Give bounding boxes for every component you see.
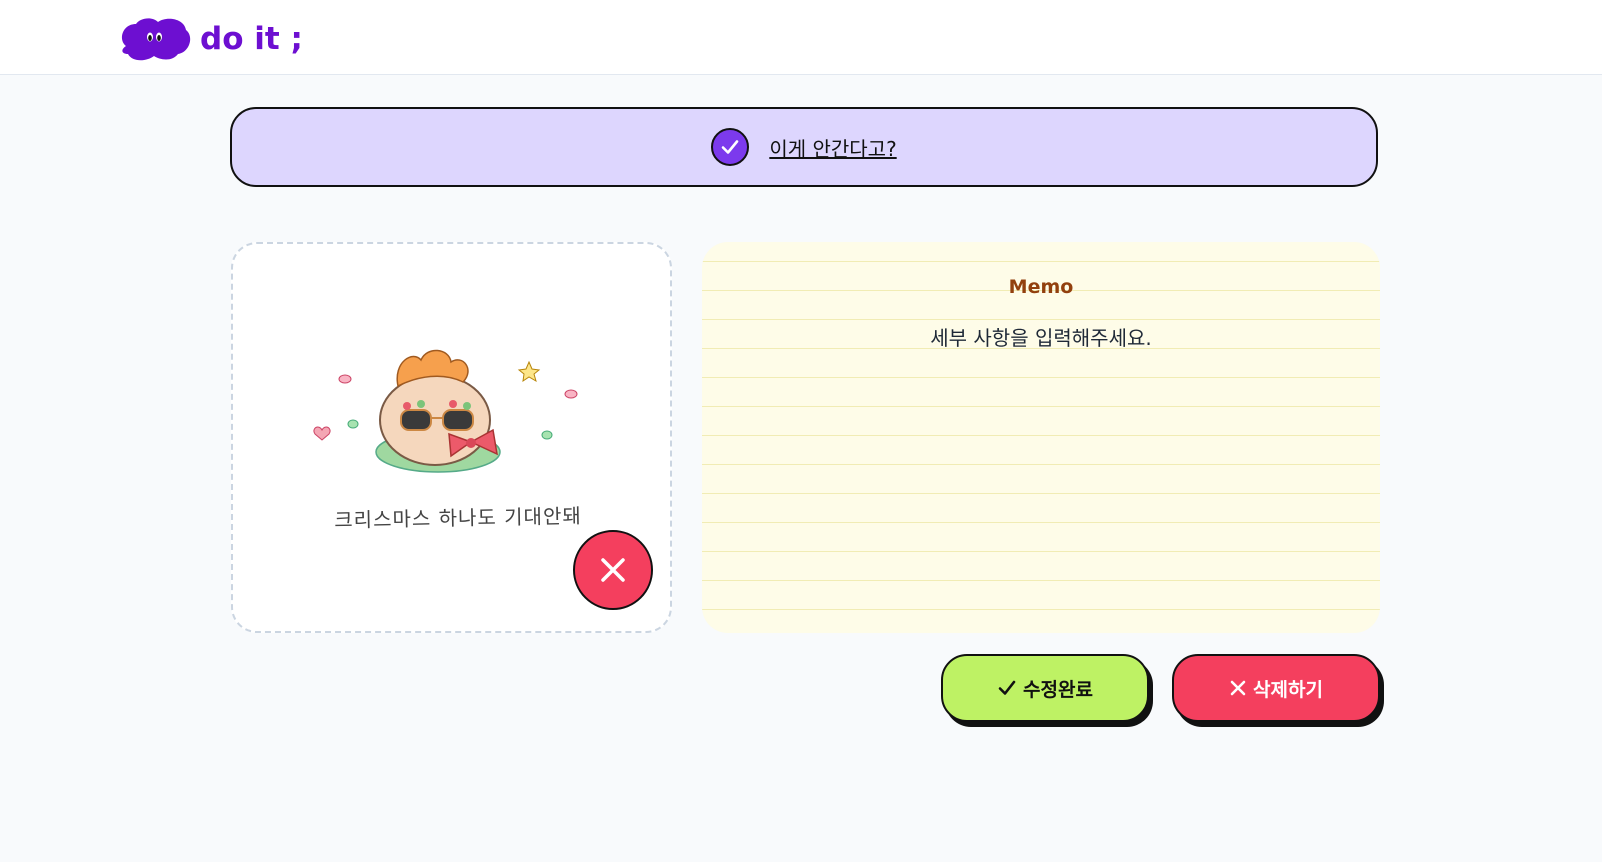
delete-label: 삭제하기 [1253,678,1323,701]
header: do it ; [0,0,1602,75]
logo-blob-icon [121,18,191,61]
image-delete-button[interactable] [573,530,653,610]
close-icon [601,558,625,582]
memo-textarea[interactable]: 세부 사항을 입력해주세요. [702,322,1380,351]
logo-text: do it ; [200,21,303,57]
edit-complete-button[interactable]: 수정완료 [941,654,1149,722]
todo-name[interactable]: 이게 안간다고? [769,133,896,162]
close-icon [1229,679,1247,697]
image-upload-box[interactable]: 크리스마스 하나도 기대안돼 [231,242,672,633]
check-icon [997,678,1017,698]
logo[interactable]: do it ; [116,16,303,62]
check-icon [722,140,739,154]
memo-title: Memo [1008,276,1074,298]
todo-title-bar: 이게 안간다고? [230,107,1378,187]
sticker-caption: 크리스마스 하나도 기대안돼 [334,503,582,533]
delete-button[interactable]: 삭제하기 [1172,654,1380,722]
edit-complete-label: 수정완료 [1023,678,1093,701]
memo-panel: Memo 세부 사항을 입력해주세요. [702,242,1380,633]
completed-checkbox[interactable] [711,128,750,166]
